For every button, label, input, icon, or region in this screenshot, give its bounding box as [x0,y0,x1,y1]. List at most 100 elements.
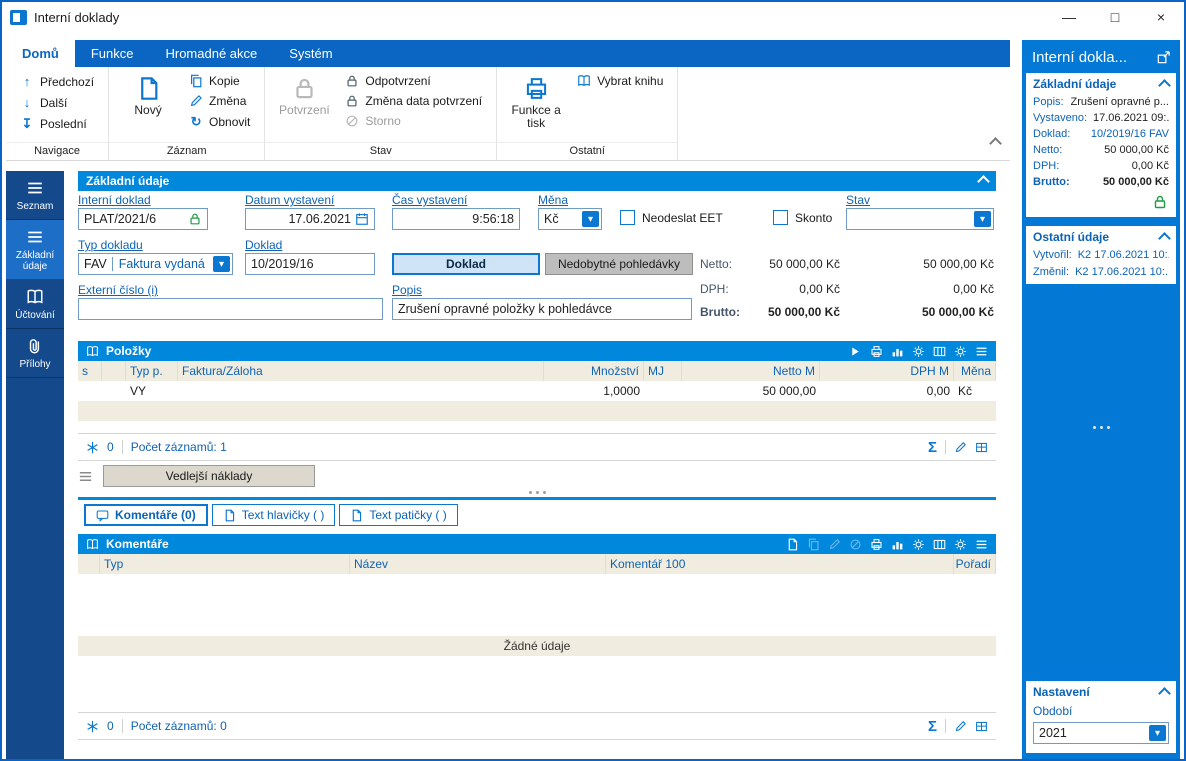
column-header[interactable]: Netto M [682,361,820,381]
doklad-field[interactable]: 10/2019/16 [245,253,375,275]
externi-cislo-field[interactable] [78,298,383,320]
column-header[interactable]: Typ [100,554,350,574]
menu-icon[interactable] [78,469,93,484]
column-header[interactable]: Faktura/Záloha [178,361,544,381]
label-doklad[interactable]: Doklad [245,238,282,252]
new-button[interactable]: Nový [119,73,177,142]
dropdown-icon[interactable]: ▾ [582,211,599,227]
collapse-card-icon[interactable] [1158,232,1171,245]
change-confirm-date-button[interactable]: Změna data potvrzení [341,93,486,109]
storno-button[interactable]: Storno [341,113,486,129]
edit-button[interactable]: Změna [185,93,254,109]
sidebar-item-uctovani[interactable]: Účtování [6,280,64,329]
label-mena[interactable]: Měna [538,193,568,207]
sum-icon[interactable]: Σ [928,719,937,734]
copy-icon[interactable] [807,538,820,551]
panel-splitter-handle[interactable] [1022,426,1180,429]
select-book-button[interactable]: Vybrat knihu [573,73,667,89]
label-datum-vystaveni[interactable]: Datum vystavení [245,193,334,207]
table-edit-icon[interactable] [975,720,988,733]
printer-icon[interactable] [870,345,883,358]
menu-icon[interactable] [975,538,988,551]
snowflake-icon[interactable] [86,720,99,733]
collapse-ribbon-button[interactable] [991,139,1000,148]
chart-icon[interactable] [891,345,904,358]
dropdown-icon[interactable]: ▾ [974,211,991,227]
collapse-card-icon[interactable] [1158,687,1171,700]
cas-vystaveni-field[interactable]: 9:56:18 [392,208,520,230]
calendar-icon[interactable] [355,212,369,226]
sidebar-item-zakladni-udaje[interactable]: Základní údaje [6,220,64,280]
columns-icon[interactable] [933,345,946,358]
ribbon-tab-funkce[interactable]: Funkce [75,40,150,67]
obdobi-combo[interactable]: 2021 ▾ [1033,722,1169,744]
menu-icon[interactable] [975,345,988,358]
label-interni-doklad[interactable]: Interní doklad [78,193,151,207]
column-header[interactable]: Měna [954,361,996,381]
columns-icon[interactable] [933,538,946,551]
ban-icon[interactable] [849,538,862,551]
column-header[interactable] [78,554,100,574]
new-document-icon[interactable] [786,538,799,551]
interni-doklad-field[interactable]: PLAT/2021/6 [78,208,208,230]
collapse-section-icon[interactable] [977,175,990,188]
copy-button[interactable]: Kopie [185,73,254,89]
tab-text-hlavicky[interactable]: Text hlavičky ( ) [212,504,336,526]
next-button[interactable]: ↓Další [16,94,98,111]
table-edit-icon[interactable] [975,441,988,454]
expand-icon[interactable] [1156,50,1171,65]
column-header[interactable]: Typ p. [126,361,178,381]
column-header[interactable]: Název [350,554,606,574]
mena-combo[interactable]: Kč ▾ [538,208,602,230]
label-popis[interactable]: Popis [392,283,422,297]
doklad-button[interactable]: Doklad [392,253,540,275]
column-header[interactable]: Množství [544,361,644,381]
settings-icon[interactable] [954,538,967,551]
tab-text-paticky[interactable]: Text patičky ( ) [339,504,457,526]
ribbon-tab-domu[interactable]: Domů [6,40,75,67]
neodeslat-eet-checkbox[interactable] [620,210,635,225]
play-icon[interactable] [849,345,862,358]
chart-icon[interactable] [891,538,904,551]
tab-komentare[interactable]: Komentáře (0) [84,504,208,526]
settings-icon[interactable] [954,345,967,358]
skonto-checkbox[interactable] [773,210,788,225]
typ-dokladu-combo[interactable]: FAV Faktura vydaná ▾ [78,253,233,275]
collapse-card-icon[interactable] [1158,79,1171,92]
confirm-button[interactable]: Potvrzení [275,73,333,142]
maximize-button[interactable]: □ [1092,2,1138,32]
dropdown-icon[interactable]: ▾ [1149,725,1166,741]
column-header[interactable]: Pořadí [954,554,996,574]
prev-button[interactable]: ↑Předchozí [16,73,98,90]
stav-combo[interactable]: ▾ [846,208,994,230]
ribbon-tab-system[interactable]: Systém [273,40,348,67]
column-header[interactable] [102,361,126,381]
nedobytne-pohledavky-button[interactable]: Nedobytné pohledávky [545,253,693,275]
column-header[interactable]: MJ [644,361,682,381]
datum-vystaveni-field[interactable]: 17.06.2021 [245,208,375,230]
pencil-icon[interactable] [954,720,967,733]
last-button[interactable]: ↧Poslední [16,115,98,133]
splitter-handle[interactable] [78,487,996,497]
popis-field[interactable]: Zrušení opravné položky k pohledávce [392,298,692,320]
snowflake-icon[interactable] [86,441,99,454]
label-externi-cislo[interactable]: Externí číslo (i) [78,283,158,297]
pencil-icon[interactable] [828,538,841,551]
polozky-table-row[interactable]: VY 1,0000 50 000,00 0,00 Kč [78,381,996,401]
label-typ-dokladu[interactable]: Typ dokladu [78,238,143,252]
refresh-button[interactable]: ↻Obnovit [185,113,254,131]
column-header[interactable]: Komentář 100 [606,554,954,574]
dropdown-icon[interactable]: ▾ [213,256,230,272]
close-button[interactable]: × [1138,2,1184,32]
printer-icon[interactable] [870,538,883,551]
sidebar-item-seznam[interactable]: Seznam [6,171,64,220]
sidebar-item-prilohy[interactable]: Přílohy [6,329,64,378]
minimize-button[interactable]: — [1046,2,1092,32]
column-header[interactable]: DPH M [820,361,954,381]
sum-icon[interactable]: Σ [928,440,937,455]
vedlejsi-naklady-button[interactable]: Vedlejší náklady [103,465,315,487]
gear-icon[interactable] [912,538,925,551]
functions-print-button[interactable]: Funkce a tisk [507,73,565,142]
column-header[interactable]: s [78,361,102,381]
label-stav[interactable]: Stav [846,193,870,207]
